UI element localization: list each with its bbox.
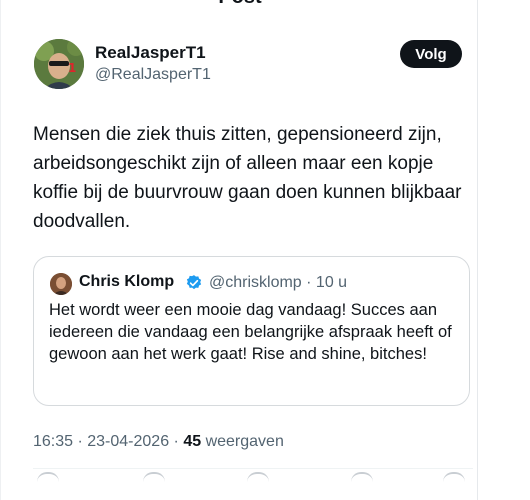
- quoted-author-handle: @chrisklomp · 10 u: [209, 274, 348, 291]
- post-card: Post 1 RealJasperT1 @RealJasperT1 Volg M…: [0, 0, 478, 500]
- divider: [33, 468, 473, 469]
- views-label: weergaven: [201, 433, 284, 450]
- follow-button[interactable]: Volg: [400, 40, 462, 68]
- action-bar: [33, 472, 473, 480]
- post-meta: 16:35 · 23-04-2026 · 45 weergaven: [33, 433, 284, 451]
- author-name[interactable]: RealJasperT1: [95, 43, 206, 63]
- like-icon[interactable]: [247, 472, 269, 482]
- reply-icon[interactable]: [37, 472, 59, 482]
- page-title: Post: [1, 0, 479, 9]
- post-text: Mensen die ziek thuis zitten, gepensione…: [33, 124, 462, 232]
- verified-badge-icon: [186, 275, 202, 290]
- quoted-post[interactable]: Chris Klomp @chrisklomp · 10 u Het wordt…: [33, 256, 470, 406]
- quoted-author-name: Chris Klomp: [79, 273, 175, 290]
- quoted-author-avatar: [50, 273, 72, 295]
- bookmark-icon[interactable]: [351, 472, 373, 482]
- author-handle[interactable]: @RealJasperT1: [95, 66, 211, 84]
- views-count: 45: [183, 433, 202, 450]
- svg-text:1: 1: [68, 61, 76, 75]
- share-icon[interactable]: [443, 472, 465, 482]
- avatar-image: 1: [34, 39, 84, 89]
- quoted-avatar-image: [50, 273, 72, 295]
- repost-icon[interactable]: [143, 472, 165, 482]
- quoted-post-text: Het wordt weer een mooie dag vandaag! Su…: [49, 301, 452, 363]
- author-avatar[interactable]: 1: [34, 39, 84, 89]
- post-timestamp[interactable]: 16:35 · 23-04-2026 ·: [33, 433, 183, 450]
